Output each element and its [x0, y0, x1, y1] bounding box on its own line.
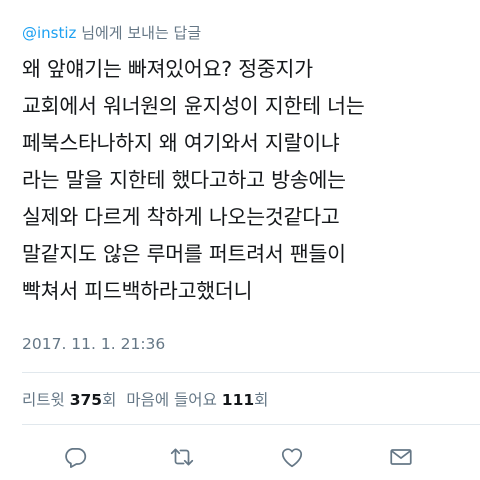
- tweet-timestamp[interactable]: 2017. 11. 1. 21:36: [22, 335, 165, 353]
- retweet-count: 375: [69, 391, 103, 409]
- tweet-line: 말같지도 않은 루머를 퍼트려서 팬들이: [22, 242, 346, 266]
- divider: [22, 372, 480, 373]
- tweet-line: 실제와 다르게 착하게 나오는것같다고: [22, 205, 340, 229]
- tweet-line: 교회에서 워너원의 윤지성이 지한테 너는: [22, 94, 365, 118]
- like-stat[interactable]: 마음에 들어요 111회: [126, 391, 268, 409]
- message-button[interactable]: [381, 437, 421, 477]
- divider: [22, 424, 480, 425]
- retweet-unit: 회: [102, 391, 117, 409]
- like-button[interactable]: [272, 437, 312, 477]
- tweet-line: 빡쳐서 피드백하라고했더니: [22, 279, 253, 303]
- like-unit: 회: [254, 391, 269, 409]
- reply-context: @instiz 님에게 보내는 답글: [22, 22, 201, 43]
- tweet-line: 왜 앞얘기는 빠져있어요? 정중지가: [22, 57, 313, 81]
- tweet-stats: 리트윗 375회 마음에 들어요 111회: [22, 388, 268, 410]
- reply-icon: [65, 448, 87, 468]
- message-icon: [390, 449, 412, 465]
- tweet-line: 페북스타나하지 왜 여기와서 지랄이냐: [22, 131, 340, 155]
- reply-handle-link[interactable]: @instiz: [22, 24, 76, 42]
- like-label: 마음에 들어요: [126, 391, 217, 409]
- reply-context-text: 님에게 보내는 답글: [76, 24, 202, 42]
- retweet-label: 리트윗: [22, 391, 65, 409]
- retweet-icon: [170, 448, 194, 466]
- tweet-text: 왜 앞얘기는 빠져있어요? 정중지가 교회에서 워너원의 윤지성이 지한테 너는…: [22, 51, 472, 310]
- tweet-line: 라는 말을 지한테 했다고하고 방송에는: [22, 168, 346, 192]
- like-count: 111: [221, 391, 255, 409]
- like-icon: [281, 448, 303, 468]
- reply-button[interactable]: [55, 437, 95, 477]
- retweet-stat[interactable]: 리트윗 375회: [22, 391, 116, 409]
- retweet-button[interactable]: [162, 437, 202, 477]
- tweet-actions: [0, 437, 480, 477]
